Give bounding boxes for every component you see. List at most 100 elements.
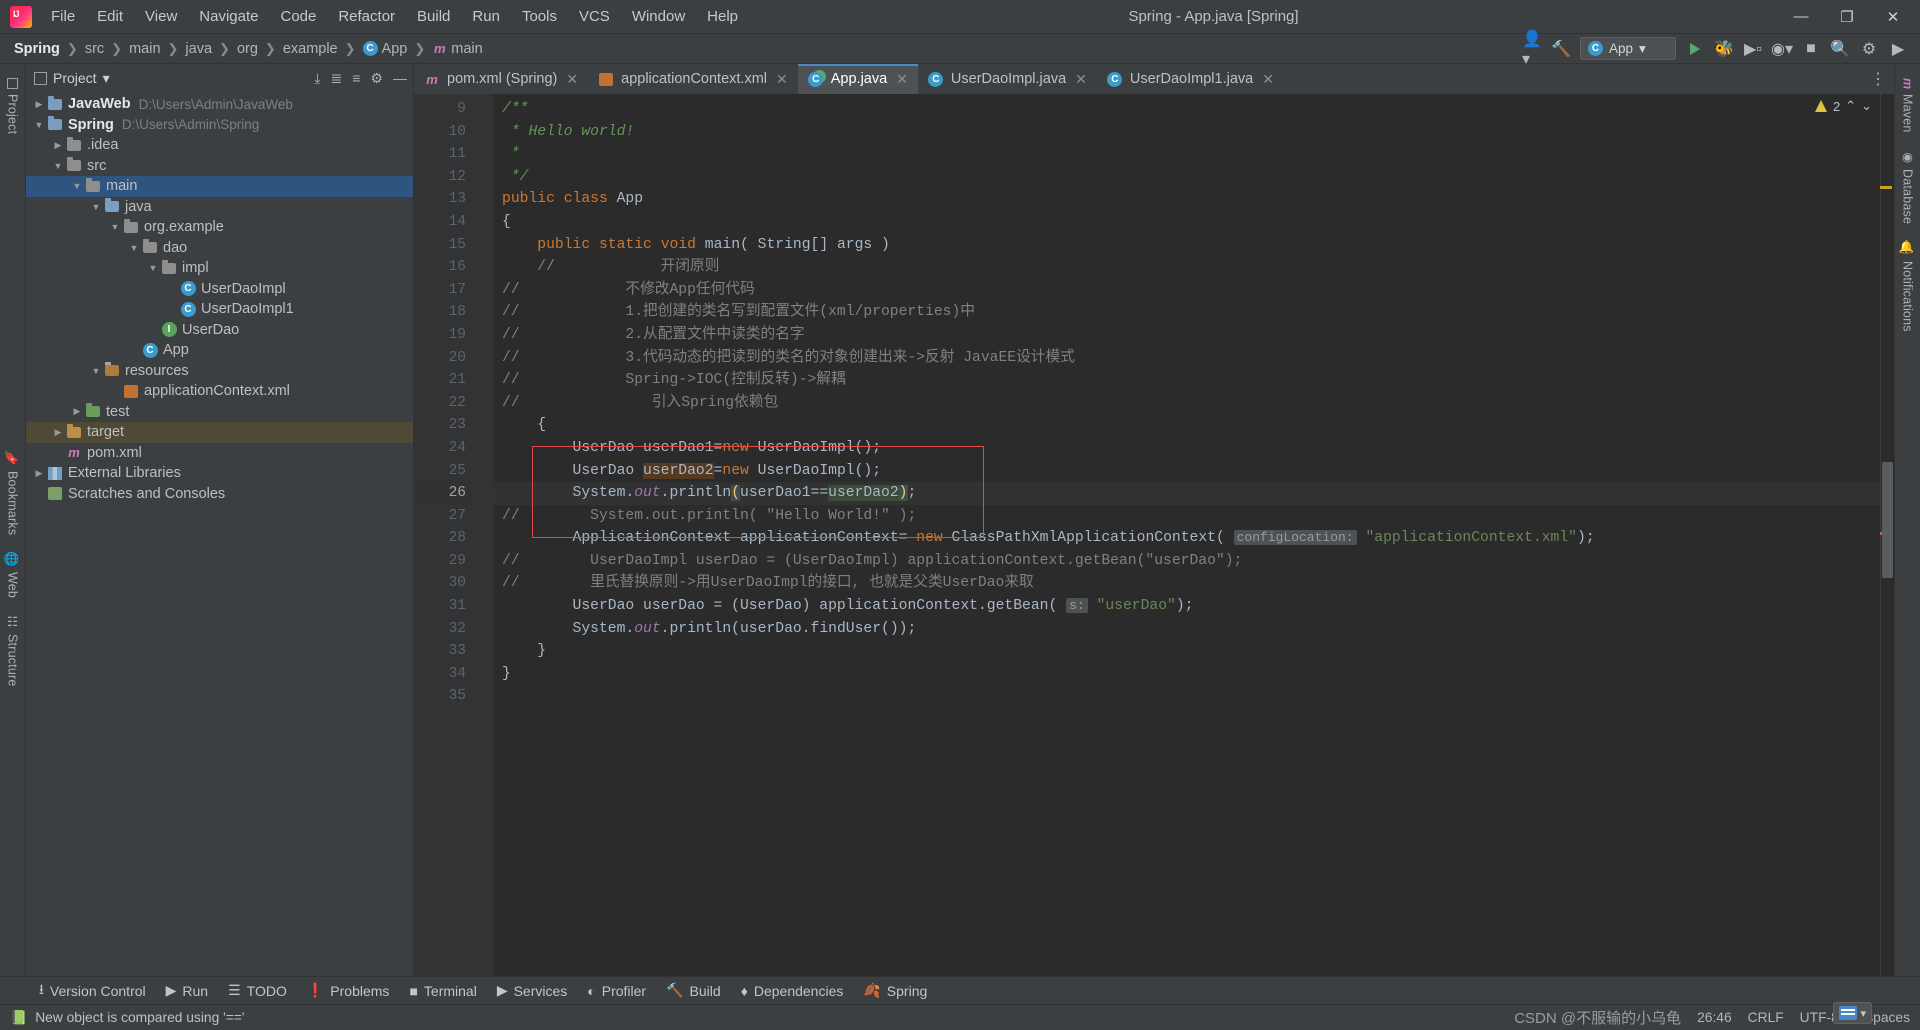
source-code[interactable]: /** * Hello world! * */public class App{… xyxy=(494,94,1880,708)
tool-window-button-problems[interactable]: ❗ Problems xyxy=(298,979,399,1002)
minimize-button[interactable]: — xyxy=(1778,1,1824,33)
code-line-33[interactable]: } xyxy=(494,640,1880,663)
tree-node-external-libraries[interactable]: ▶ External Libraries xyxy=(26,463,413,484)
tree-node-org-example[interactable]: ▼ org.example xyxy=(26,217,413,238)
code-line-21[interactable]: // Spring->IOC(控制反转)->解耦 xyxy=(494,369,1880,392)
run-configuration-selector[interactable]: C App ▾ xyxy=(1580,37,1676,60)
tree-node-test[interactable]: ▶ test xyxy=(26,402,413,423)
breadcrumb-item-app[interactable]: C App xyxy=(359,39,412,59)
code-line-22[interactable]: // 引入Spring依赖包 xyxy=(494,392,1880,415)
menu-edit[interactable]: Edit xyxy=(86,3,134,30)
breadcrumb-item-main[interactable]: main xyxy=(125,39,164,59)
tool-window-button-services[interactable]: ▶ Services xyxy=(488,979,576,1002)
editor-tab-app-java[interactable]: C App.java ✕ xyxy=(797,64,919,94)
breadcrumb-item-project[interactable]: Spring xyxy=(10,39,64,59)
gutter-line-31[interactable]: 31 xyxy=(414,595,476,618)
code-line-34[interactable]: } xyxy=(494,663,1880,686)
tool-window-button-terminal[interactable]: ■ Terminal xyxy=(400,980,485,1002)
bottom-tool-window-bar[interactable]: ⭳ Version Control ▶ Run ☰ TODO ❗ Problems ■ Termi… xyxy=(0,976,1920,1004)
run-icon[interactable] xyxy=(1685,39,1705,59)
tree-node-userdaoimpl[interactable]: C UserDaoImpl xyxy=(26,279,413,300)
settings-gear-icon[interactable]: ⚙ xyxy=(370,70,383,87)
code-line-25[interactable]: UserDao userDao2=new UserDaoImpl(); xyxy=(494,460,1880,483)
editor-tab-pom-xml-spring-[interactable]: m pom.xml (Spring) ✕ xyxy=(414,64,588,94)
chevron-right-icon[interactable]: ▶ xyxy=(32,468,46,479)
gutter-line-27[interactable]: 27 xyxy=(414,505,476,528)
gutter-line-21[interactable]: 21 xyxy=(414,369,476,392)
search-icon[interactable]: 🔍 xyxy=(1830,39,1850,59)
tree-node-userdaoimpl1[interactable]: C UserDaoImpl1 xyxy=(26,299,413,320)
gutter-line-23[interactable]: 23▾ xyxy=(414,414,496,437)
chevron-down-icon[interactable]: ▼ xyxy=(89,202,103,212)
rail-item-structure[interactable]: ☷ Structure xyxy=(3,606,22,695)
menu-tools[interactable]: Tools xyxy=(511,3,568,30)
tool-window-button-dependencies[interactable]: ♦ Dependencies xyxy=(732,980,853,1002)
chevron-down-icon[interactable]: ▼ xyxy=(146,263,160,273)
tree-node-target[interactable]: ▶ target xyxy=(26,422,413,443)
tree-node-pom-xml[interactable]: m pom.xml xyxy=(26,443,413,464)
profile-icon[interactable]: ◉▾ xyxy=(1771,39,1793,59)
gutter-line-10[interactable]: 10 xyxy=(414,121,476,144)
stop-icon[interactable]: ■ xyxy=(1801,39,1821,59)
user-icon[interactable]: 👤▾ xyxy=(1522,31,1542,68)
editor-tab-userdaoimpl-java[interactable]: C UserDaoImpl.java ✕ xyxy=(918,64,1097,94)
chevron-down-icon[interactable]: ▾ xyxy=(1860,1007,1866,1020)
code-line-15[interactable]: public static void main( String[] args ) xyxy=(494,234,1880,257)
tree-node-userdao[interactable]: I UserDao xyxy=(26,320,413,341)
chevron-down-icon[interactable]: ▼ xyxy=(108,222,122,232)
gutter-line-34[interactable]: 34 xyxy=(414,663,476,686)
chevron-right-icon[interactable]: ▶ xyxy=(32,99,46,110)
menu-view[interactable]: View xyxy=(134,3,188,30)
tree-node-impl[interactable]: ▼ impl xyxy=(26,258,413,279)
code-line-32[interactable]: System.out.println(userDao.findUser()); xyxy=(494,618,1880,641)
hammer-build-icon[interactable]: 🔨 xyxy=(1551,39,1571,59)
next-problem-icon[interactable]: ⌄ xyxy=(1861,98,1872,114)
gutter-line-17[interactable]: 17 xyxy=(414,279,476,302)
chevron-right-icon[interactable]: ▶ xyxy=(51,427,65,438)
code-line-18[interactable]: // 1.把创建的类名写到配置文件(xml/properties)中 xyxy=(494,301,1880,324)
tool-window-button-version-control[interactable]: ⭳ Version Control xyxy=(30,976,155,1006)
gutter-line-32[interactable]: 32 xyxy=(414,618,476,641)
rail-item-maven[interactable]: m Maven xyxy=(1899,70,1917,141)
code-line-14[interactable]: { xyxy=(494,211,1880,234)
gutter-line-18[interactable]: 18 xyxy=(414,301,476,324)
updates-icon[interactable]: ▶ xyxy=(1888,39,1908,59)
tab-bar-overflow[interactable]: ⋮ xyxy=(1870,64,1894,94)
maximize-button[interactable]: ❐ xyxy=(1824,1,1870,33)
line-separator[interactable]: CRLF xyxy=(1748,1010,1784,1025)
tool-window-button-todo[interactable]: ☰ TODO xyxy=(219,979,296,1002)
gutter-line-22[interactable]: 22▴ xyxy=(414,392,496,415)
project-tree[interactable]: ▶ JavaWeb D:\Users\Admin\JavaWeb ▼ Spring D:\… xyxy=(26,92,413,976)
menu-run[interactable]: Run xyxy=(461,3,511,30)
tool-window-button-spring[interactable]: 🍂 Spring xyxy=(854,979,936,1002)
code-line-11[interactable]: * xyxy=(494,143,1880,166)
code-line-35[interactable] xyxy=(494,685,1880,708)
tree-node-dao[interactable]: ▼ dao xyxy=(26,238,413,259)
close-icon[interactable]: ✕ xyxy=(566,71,578,88)
code-line-26[interactable]: System.out.println(userDao1==userDao2); xyxy=(494,482,1880,505)
rail-item-database[interactable]: ◉ Database xyxy=(1898,141,1917,232)
tool-window-button-build[interactable]: 🔨 Build xyxy=(657,979,730,1002)
gutter-line-35[interactable]: 35 xyxy=(414,685,476,708)
tree-node-javaweb[interactable]: ▶ JavaWeb D:\Users\Admin\JavaWeb xyxy=(26,94,413,115)
editor-tab-bar[interactable]: m pom.xml (Spring) ✕ applicationContext.xml… xyxy=(414,64,1894,94)
gutter-line-30[interactable]: 30▴ xyxy=(414,572,496,595)
chevron-right-icon[interactable]: ▶ xyxy=(51,140,65,151)
rail-item-project[interactable]: Project xyxy=(4,70,22,142)
code-line-19[interactable]: // 2.从配置文件中读类的名字 xyxy=(494,324,1880,347)
chevron-down-icon[interactable]: ▼ xyxy=(51,161,65,171)
code-line-20[interactable]: // 3.代码动态的把读到的类名的对象创建出来->反射 JavaEE设计模式 xyxy=(494,347,1880,370)
breadcrumb-item-example[interactable]: example xyxy=(279,39,342,59)
tree-node-java[interactable]: ▼ java xyxy=(26,197,413,218)
chevron-down-icon[interactable]: ▼ xyxy=(127,243,141,253)
tool-window-button-run[interactable]: ▶ Run xyxy=(157,979,217,1002)
chevron-down-icon[interactable]: ▼ xyxy=(32,120,46,130)
close-icon[interactable]: ✕ xyxy=(896,71,908,88)
code-line-16[interactable]: // 开闭原则 xyxy=(494,256,1880,279)
code-line-9[interactable]: /** xyxy=(494,98,1880,121)
menu-file[interactable]: File xyxy=(40,3,86,30)
close-icon[interactable]: ✕ xyxy=(1075,71,1087,88)
editor-scrollbar-thumb[interactable] xyxy=(1882,462,1893,578)
menu-build[interactable]: Build xyxy=(406,3,461,30)
settings-gear-icon[interactable]: ⚙ xyxy=(1859,39,1879,59)
